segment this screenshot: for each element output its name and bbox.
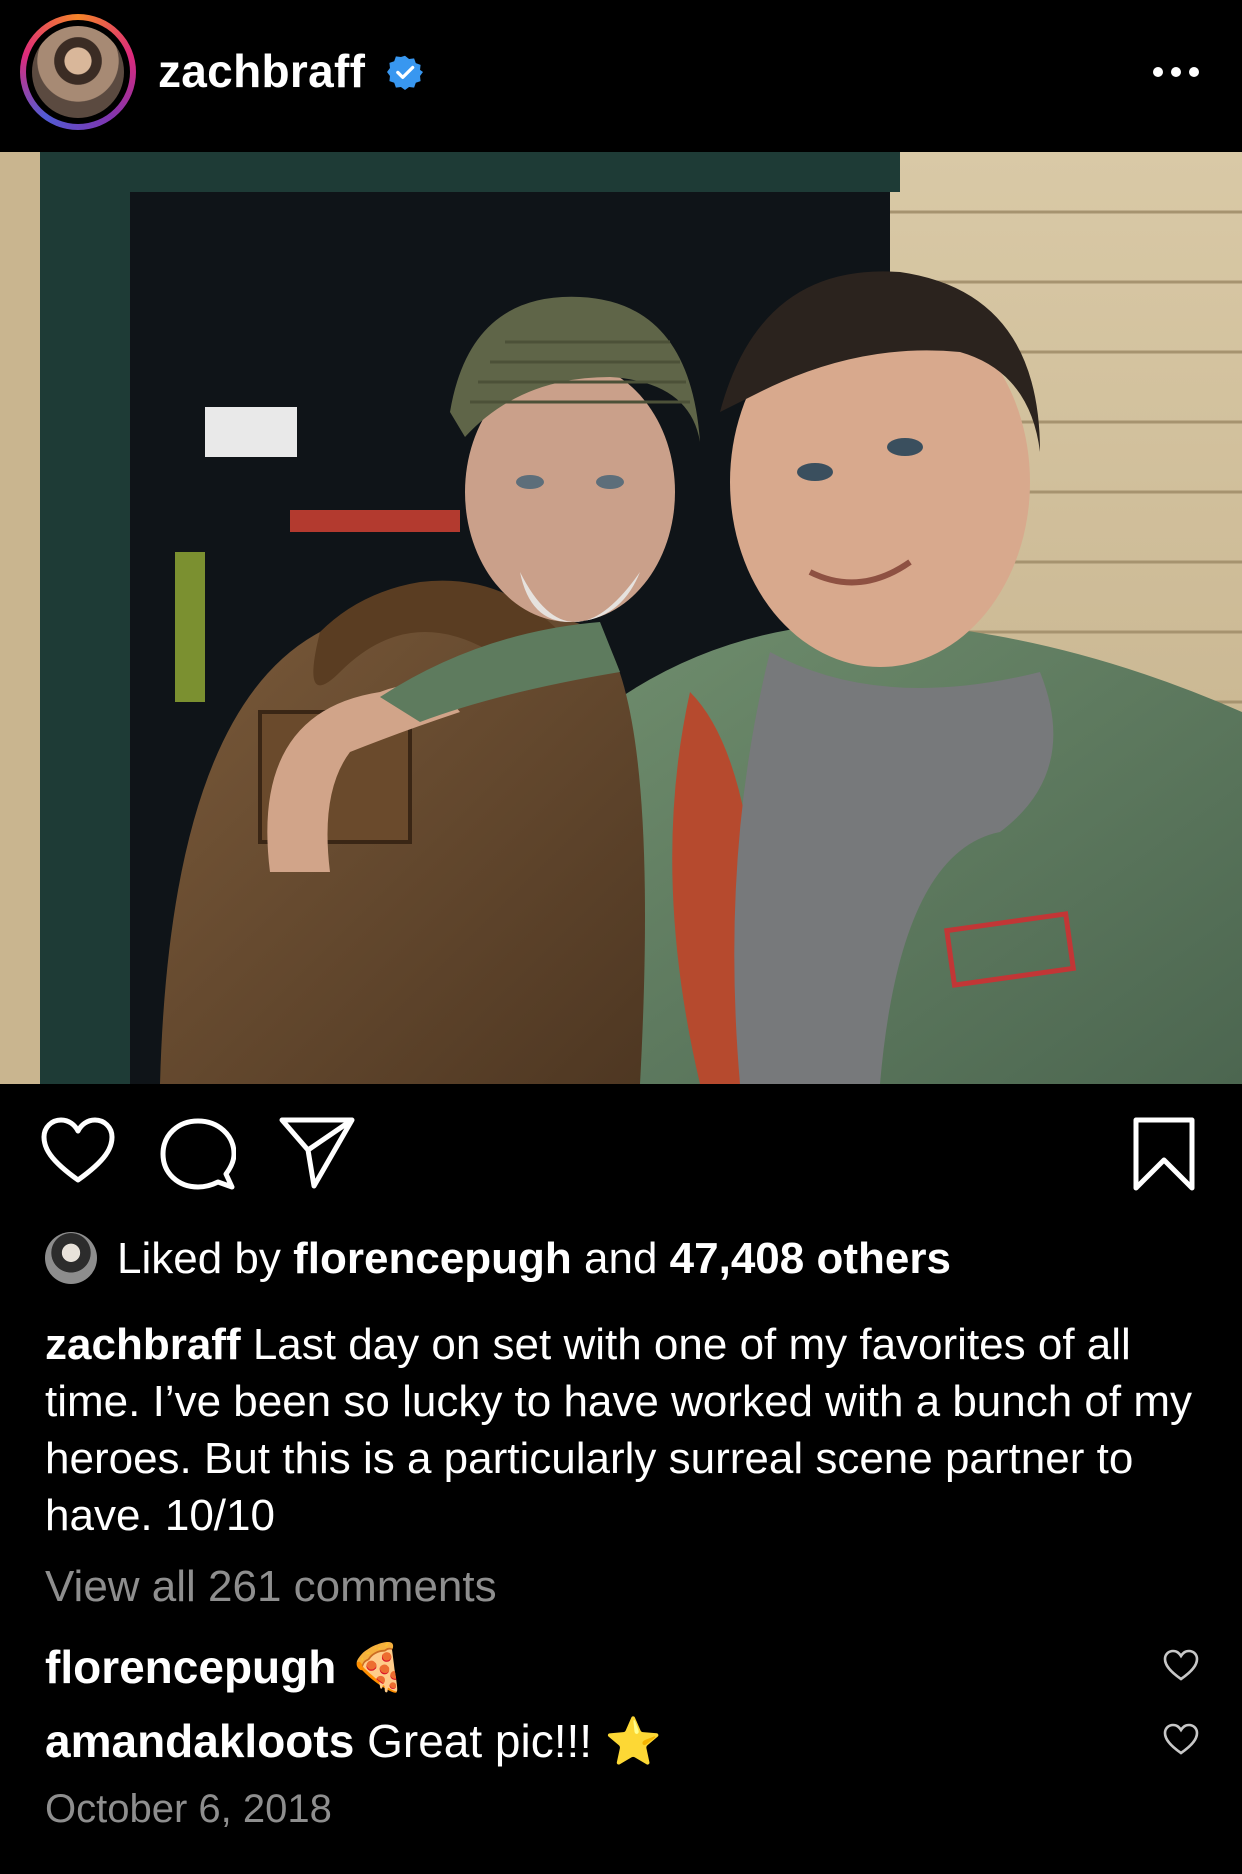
comment-row: amandakloots Great pic!!! ⭐	[45, 1714, 662, 1769]
more-horizontal-icon[interactable]	[1150, 58, 1202, 86]
post-action-bar	[0, 1110, 1242, 1200]
comment-text: Great pic!!!	[354, 1715, 605, 1767]
likes-prefix: Liked by	[117, 1234, 294, 1283]
comment-row: florencepugh 🍕	[45, 1640, 406, 1695]
username[interactable]: zachbraff	[158, 44, 365, 98]
pizza-emoji: 🍕	[349, 1640, 407, 1694]
caption-username[interactable]: zachbraff	[45, 1320, 241, 1369]
post-photo-illustration	[0, 152, 1242, 1084]
bookmark-icon[interactable]	[1130, 1116, 1198, 1192]
view-all-comments-link[interactable]: View all 261 comments	[45, 1562, 497, 1612]
likes-middle: and	[571, 1234, 670, 1283]
liker-username[interactable]: florencepugh	[293, 1234, 572, 1283]
profile-avatar-ring[interactable]	[20, 14, 136, 130]
send-icon[interactable]	[278, 1114, 356, 1190]
post-caption: zachbraff Last day on set with one of my…	[45, 1316, 1205, 1544]
comment-icon[interactable]	[160, 1116, 236, 1192]
likes-text: Liked by florencepugh and 47,408 others	[117, 1234, 951, 1284]
post-photo[interactable]	[0, 152, 1242, 1084]
heart-icon[interactable]	[40, 1116, 116, 1186]
verified-badge-icon	[387, 55, 423, 90]
comment-like-heart-icon[interactable]	[1162, 1648, 1200, 1682]
avatar	[32, 26, 124, 118]
post-header: zachbraff	[0, 0, 1242, 150]
comment-text	[336, 1641, 349, 1693]
comment-username[interactable]: florencepugh	[45, 1641, 336, 1693]
comment-username[interactable]: amandakloots	[45, 1715, 354, 1767]
post-date: October 6, 2018	[45, 1787, 332, 1831]
comment-like-heart-icon[interactable]	[1162, 1722, 1200, 1756]
liker-avatar[interactable]	[45, 1232, 97, 1284]
star-emoji: ⭐	[604, 1714, 663, 1768]
likes-count[interactable]: 47,408 others	[670, 1234, 951, 1283]
